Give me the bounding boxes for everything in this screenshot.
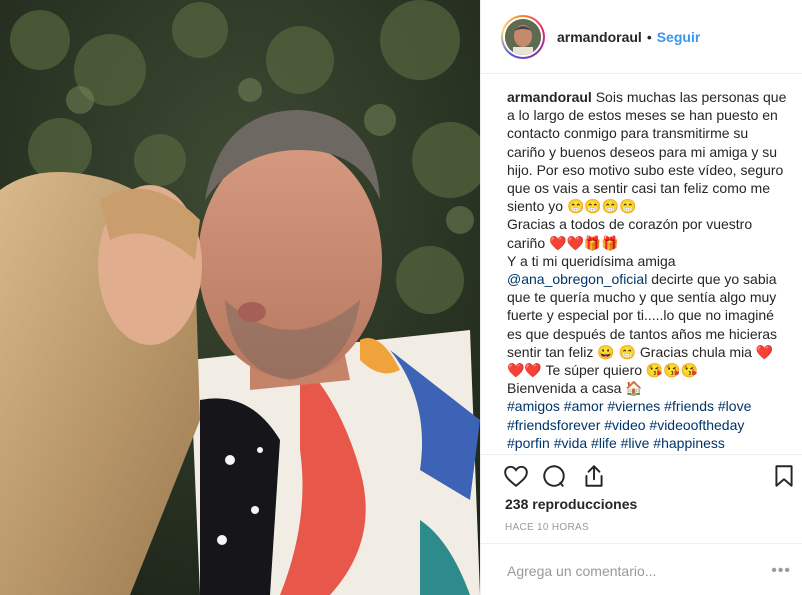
caption-emoji-2: ❤️❤️🎁🎁 xyxy=(549,234,619,251)
more-options-button[interactable]: ••• xyxy=(771,562,791,580)
comment-bar: ••• xyxy=(481,543,802,595)
post-header: armandoraul • Seguir xyxy=(481,0,802,74)
speech-bubble-icon xyxy=(543,465,565,487)
caption-emoji-3: 😀 😁 xyxy=(597,343,637,360)
comment-button[interactable] xyxy=(541,463,567,489)
separator-dot: • xyxy=(646,28,652,45)
hashtags-line-3[interactable]: #porfin #vida #life #live #happiness xyxy=(507,435,725,451)
hashtags-line-2[interactable]: #friendsforever #video #videooftheday xyxy=(507,417,744,433)
avatar[interactable] xyxy=(501,14,545,59)
bookmark-icon xyxy=(775,465,793,487)
like-button[interactable] xyxy=(503,463,529,489)
caption-username[interactable]: armandoraul xyxy=(507,89,592,105)
follow-button[interactable]: Seguir xyxy=(657,29,701,45)
caption-emoji-4: 😘😘😘 xyxy=(645,362,699,379)
caption-emoji-1: 😁😁😁😁 xyxy=(566,198,637,215)
heart-outline-icon xyxy=(504,465,528,487)
post-timestamp[interactable]: HACE 10 HORAS xyxy=(505,522,589,533)
caption-text-4: Te súper quiero xyxy=(545,362,643,379)
caption-text-2: Gracias a todos de corazón por vuestro c… xyxy=(507,216,753,251)
mention-link[interactable]: @ana_obregon_oficial xyxy=(507,271,647,287)
caption-area: armandoraul Sois muchas las personas que… xyxy=(481,74,802,454)
view-count[interactable]: 238 reproducciones xyxy=(505,496,637,512)
house-emoji: 🏠 xyxy=(625,380,643,397)
post-video[interactable] xyxy=(0,0,480,595)
instagram-post: armandoraul • Seguir armandoraul Sois mu… xyxy=(0,0,802,595)
video-frame xyxy=(0,0,480,595)
post-caption: armandoraul Sois muchas las personas que… xyxy=(507,88,787,452)
caption-text-3a: Y a ti mi queridísima amiga xyxy=(507,252,676,269)
post-sidebar: armandoraul • Seguir armandoraul Sois mu… xyxy=(480,0,802,595)
username-link[interactable]: armandoraul xyxy=(557,29,642,45)
caption-text-3c: Gracias chula mia xyxy=(639,343,752,360)
comment-input[interactable] xyxy=(505,560,739,582)
save-button[interactable] xyxy=(771,463,797,489)
caption-text-1: Sois muchas las personas que a lo largo … xyxy=(507,89,787,215)
action-bar xyxy=(481,454,802,494)
avatar-image xyxy=(505,18,541,55)
hashtags-line-1[interactable]: #amigos #amor #viernes #friends #love xyxy=(507,398,751,414)
caption-text-5: Bienvenida a casa xyxy=(507,380,622,397)
share-upload-icon xyxy=(585,465,603,487)
share-button[interactable] xyxy=(581,463,607,489)
